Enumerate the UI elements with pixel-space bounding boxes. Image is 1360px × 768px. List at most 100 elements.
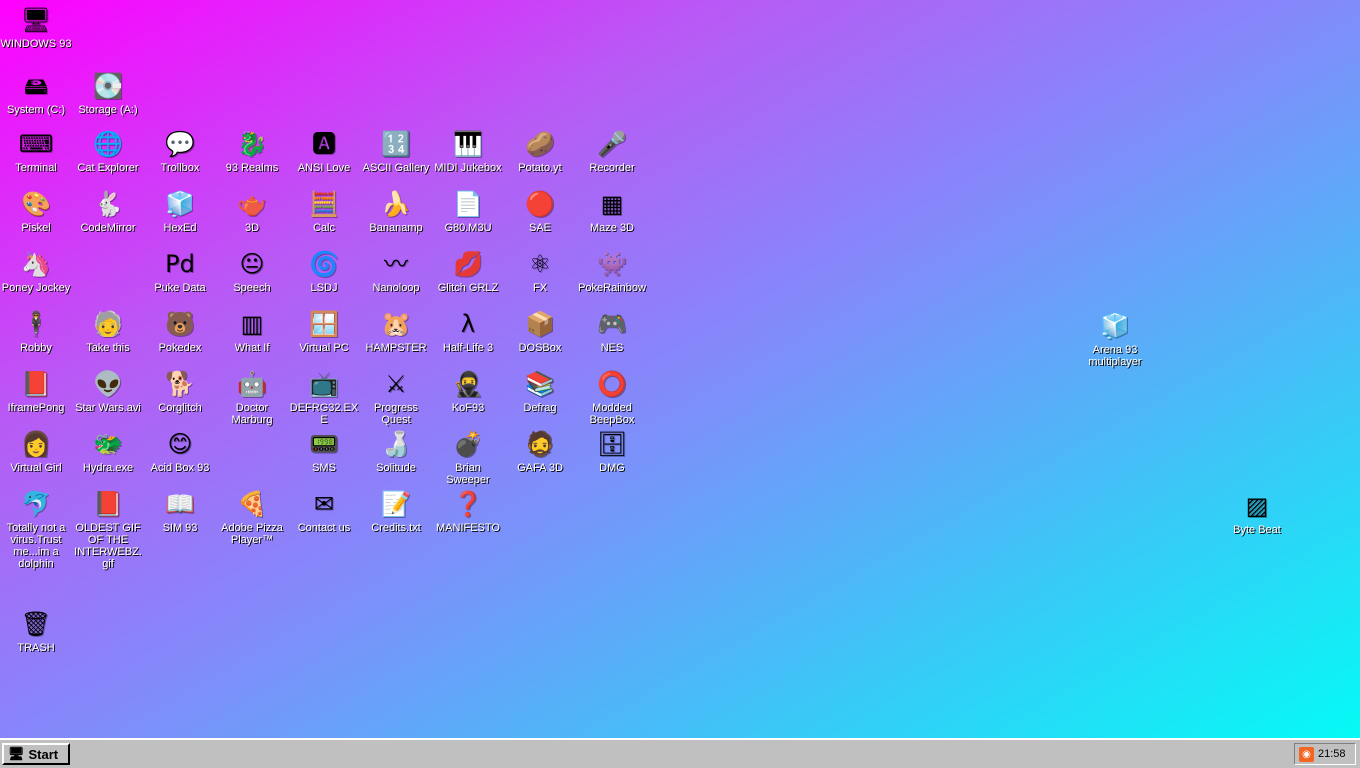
start-label: Start: [28, 746, 59, 762]
desktop-icon-arena-93[interactable]: 🧊 Arena 93 multiplayer: [1079, 310, 1151, 368]
desktop-icon-nanoloop[interactable]: 〰 Nanoloop: [360, 248, 432, 294]
trash-icon: 🗑: [20, 610, 52, 638]
desktop-icon-poney-jockey[interactable]: 🦄 Poney Jockey: [0, 248, 72, 294]
desktop-icon-label: Acid Box 93: [150, 462, 210, 474]
desktop-icon-glitch-grlz[interactable]: 💋 Glitch GRLZ: [432, 248, 504, 294]
desktop-icon-maze-3d[interactable]: ▦ Maze 3D: [576, 188, 648, 234]
rss-icon[interactable]: ◉: [1299, 746, 1314, 762]
desktop-icon-progress-quest[interactable]: ⚔ Progress Quest: [360, 368, 432, 426]
desktop-icon-hexed[interactable]: 🧊 HexEd: [144, 188, 216, 234]
desktop-icon-system-c[interactable]: 🖴 System (C:): [0, 70, 72, 116]
glitch-grlz-icon: 💋: [453, 250, 483, 278]
desktop-icon-oldest-gif[interactable]: 📕 OLDEST GIF OF THE INTERWEBZ.gif: [72, 488, 144, 570]
desktop-icon-manifesto[interactable]: ❓ MANIFESTO: [432, 488, 504, 534]
desktop-icon-acid-box-93[interactable]: 😊 Acid Box 93: [144, 428, 216, 474]
arena-93-icon: 🧊: [1100, 312, 1130, 340]
iframeponq-icon: 📕: [21, 370, 51, 398]
desktop-icon-hampster[interactable]: 🐹 HAMPSTER: [360, 308, 432, 354]
desktop-icon-star-wars[interactable]: 👽 Star Wars.avi: [72, 368, 144, 414]
desktop-icon-bananamp[interactable]: 🍌 Bananamp: [360, 188, 432, 234]
desktop-icon-solitude[interactable]: 🍶 Solitude: [360, 428, 432, 474]
corglitch-icon: 🐕: [165, 370, 195, 398]
desktop-icon-corglitch[interactable]: 🐕 Corglitch: [144, 368, 216, 414]
desktop-icon-potato-yt[interactable]: 🥔 Potato.yt: [504, 128, 576, 174]
desktop-icon-adobe-pizza-player[interactable]: 🍕 Adobe Pizza Player™: [216, 488, 288, 546]
progress-quest-icon: ⚔: [385, 370, 407, 398]
desktop-icon-hydra-exe[interactable]: 🐲 Hydra.exe: [72, 428, 144, 474]
piskel-icon: 🎨: [21, 190, 51, 218]
desktop-icon-nes[interactable]: 🎮 NES: [576, 308, 648, 354]
desktop-icon-3d[interactable]: 🫖 3D: [216, 188, 288, 234]
brian-sweeper-icon: 💣: [453, 430, 483, 458]
desktop-icon-dosbox[interactable]: 📦 DOSBox: [504, 308, 576, 354]
sms-icon: 📟: [309, 430, 339, 458]
desktop-icon-label: LSDJ: [310, 282, 338, 294]
desktop-icon-sae[interactable]: 🔴 SAE: [504, 188, 576, 234]
windows-93-icon: 🖥: [20, 6, 52, 34]
desktop-icon-puke-data[interactable]: Pd Puke Data: [144, 248, 216, 294]
desktop-icon-gafa-3d[interactable]: 🧔 GAFA 3D: [504, 428, 576, 474]
desktop-icon-windows-93[interactable]: 🖥 WINDOWS 93: [0, 4, 72, 50]
poney-jockey-icon: 🦄: [21, 250, 51, 278]
desktop-icon-kof93[interactable]: 🥷 KoF93: [432, 368, 504, 414]
desktop-icon-g80-m3u[interactable]: 📄 G80.M3U: [432, 188, 504, 234]
desktop-icon-label: ASCII Gallery: [362, 162, 430, 174]
desktop-icon-defrag[interactable]: 📚 Defrag: [504, 368, 576, 414]
desktop-icon-modded-beepbox[interactable]: ⭕ Modded BeepBox: [576, 368, 648, 426]
desktop-icon-contact-us[interactable]: ✉ Contact us: [288, 488, 360, 534]
desktop-icon-dmg[interactable]: 🗄 DMG: [576, 428, 648, 474]
desktop-icon-brian-sweeper[interactable]: 💣 Brian Sweeper: [432, 428, 504, 486]
desktop-icon-fx[interactable]: ⚛ FX: [504, 248, 576, 294]
desktop-icon-pokedex[interactable]: 🐻 Pokedex: [144, 308, 216, 354]
desktop-icon-pokerainbow[interactable]: 👾 PokeRainbow: [576, 248, 648, 294]
desktop-icon-trash[interactable]: 🗑 TRASH: [0, 608, 72, 654]
codemirror-icon: 🐇: [93, 190, 123, 218]
desktop-icon-terminal[interactable]: ⌨ Terminal: [0, 128, 72, 174]
desktop-icon-take-this[interactable]: 🧓 Take this: [72, 308, 144, 354]
desktop-icon-virtual-girl[interactable]: 👩 Virtual Girl: [0, 428, 72, 474]
desktop-icon-label: Solitude: [376, 462, 416, 474]
desktop-icon-sim-93[interactable]: 📖 SIM 93: [144, 488, 216, 534]
desktop-icon-trollbox[interactable]: 💬 Trollbox: [144, 128, 216, 174]
maze-3d-icon: ▦: [600, 190, 624, 218]
desktop-icon-codemirror[interactable]: 🐇 CodeMirror: [72, 188, 144, 234]
desktop-icon-defrag32[interactable]: 📺 DEFRG32.EXE: [288, 368, 360, 426]
desktop-icon-recorder[interactable]: 🎤 Recorder: [576, 128, 648, 174]
desktop-icon-label: WINDOWS 93: [0, 38, 72, 50]
star-wars-icon: 👽: [93, 370, 123, 398]
desktop-icon-lsdj[interactable]: 🌀 LSDJ: [288, 248, 360, 294]
desktop-icon-ansi-love[interactable]: 🅰 ANSI Love: [288, 128, 360, 174]
desktop-icon-virtual-pc[interactable]: 🪟 Virtual PC: [288, 308, 360, 354]
desktop-icon-label: DMG: [599, 462, 625, 474]
desktop-icon-totally-not-a-virus[interactable]: 🐬 Totally not a virus.Trust me...im a dol…: [0, 488, 72, 570]
fx-icon: ⚛: [529, 250, 551, 278]
desktop-icon-sms[interactable]: 📟 SMS: [288, 428, 360, 474]
system-tray[interactable]: ◉ 21:58: [1294, 743, 1356, 765]
desktop-icon-robby[interactable]: 🕴 Robby: [0, 308, 72, 354]
desktop-icon-credits-txt[interactable]: 📝 Credits.txt: [360, 488, 432, 534]
desktop-icon-half-life-3[interactable]: λ Half-Life 3: [432, 308, 504, 354]
desktop-icon-piskel[interactable]: 🎨 Piskel: [0, 188, 72, 234]
desktop-icon-calc[interactable]: 🧮 Calc: [288, 188, 360, 234]
desktop-icon-cat-explorer[interactable]: 🌐 Cat Explorer: [72, 128, 144, 174]
desktop-icon-what-if[interactable]: ▥ What If: [216, 308, 288, 354]
nanoloop-icon: 〰: [384, 250, 408, 278]
taskbar: 🖥 Start ◉ 21:58: [0, 738, 1360, 768]
desktop-icon-storage-a[interactable]: 💽 Storage (A:): [72, 70, 144, 116]
desktop-icon-midi-jukebox[interactable]: 🎹 MIDI Jukebox: [432, 128, 504, 174]
contact-us-icon: ✉: [313, 490, 335, 518]
desktop-icon-label: Pokedex: [158, 342, 202, 354]
desktop-icon-label: KoF93: [451, 402, 485, 414]
desktop-icon-label: Piskel: [21, 222, 51, 234]
desktop-icon-label: Poney Jockey: [1, 282, 71, 294]
desktop-icon-93-realms[interactable]: 🐉 93 Realms: [216, 128, 288, 174]
desktop-icon-doctor-marburg[interactable]: 🤖 Doctor Marburg: [216, 368, 288, 426]
desktop-icon-byte-beat[interactable]: ▨ Byte Beat: [1221, 490, 1293, 536]
desktop-icon-label: Robby: [20, 342, 52, 354]
start-button[interactable]: 🖥 Start: [2, 743, 70, 765]
trollbox-icon: 💬: [165, 130, 195, 158]
desktop-icon-ascii-gallery[interactable]: 🔢 ASCII Gallery: [360, 128, 432, 174]
desktop-icon-label: 93 Realms: [225, 162, 279, 174]
desktop-icon-iframeponq[interactable]: 📕 IframePong: [0, 368, 72, 414]
desktop-icon-speech[interactable]: 😐 Speech: [216, 248, 288, 294]
